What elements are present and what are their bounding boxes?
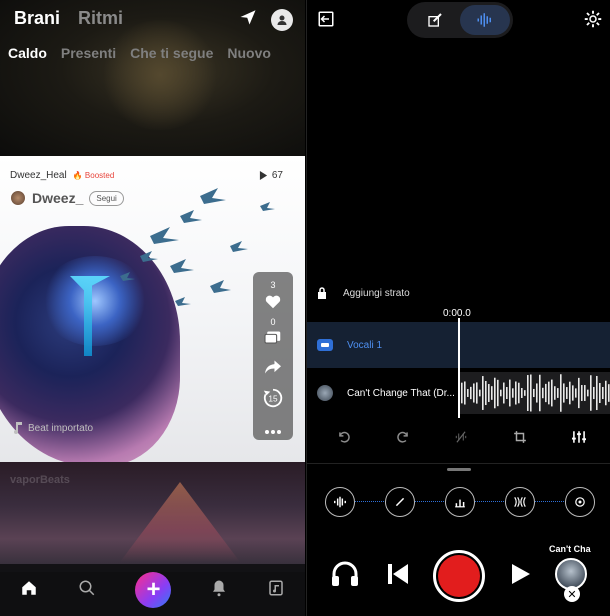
library-icon[interactable]: [267, 579, 285, 602]
avatar[interactable]: [10, 190, 26, 206]
flame-icon: 🔥: [72, 171, 83, 180]
boosted-badge: 🔥 Boosted: [72, 171, 115, 180]
panel-divider: [307, 463, 610, 464]
post-author-row: Dweez_Heal 🔥 Boosted: [10, 170, 114, 181]
heart-icon[interactable]: [263, 292, 283, 309]
comment-count: 0: [270, 317, 276, 327]
more-icon[interactable]: [263, 423, 283, 440]
search-icon[interactable]: [78, 579, 96, 602]
feed-pane: Brani Ritmi Caldo Presenti Che ti segue …: [0, 0, 305, 616]
blurred-next-post: vaporBeats: [0, 462, 305, 572]
effects-row: [325, 487, 595, 517]
post-card[interactable]: Dweez_Heal 🔥 Boosted 67 Dweez_ Segui Bea…: [0, 156, 305, 462]
like-count: 3: [270, 280, 276, 290]
tab-ritmi[interactable]: Ritmi: [78, 8, 123, 29]
split-icon[interactable]: [454, 430, 468, 449]
now-playing-title: Can't Cha: [549, 544, 591, 554]
playhead[interactable]: [458, 318, 460, 418]
replay-icon[interactable]: 15: [262, 387, 284, 409]
top-icons: [239, 8, 293, 31]
add-layer-label: Aggiungi strato: [343, 287, 410, 299]
lock-icon: [318, 287, 326, 299]
bell-icon[interactable]: [211, 579, 227, 602]
time-readout: 0:00.0: [443, 308, 471, 319]
settings-gear-icon[interactable]: [584, 10, 602, 33]
add-layer-row[interactable]: Aggiungi strato: [317, 287, 410, 299]
display-name[interactable]: Dweez_: [32, 190, 83, 206]
follow-button[interactable]: Segui: [89, 190, 124, 206]
send-icon[interactable]: [239, 8, 257, 31]
music-note-icon: [14, 422, 22, 434]
studio-pane: Aggiungi strato 0:00.0 Vocali 1 Can't Ch…: [306, 0, 610, 616]
tab-caldo[interactable]: Caldo: [8, 45, 47, 61]
audio-mode-button[interactable]: [460, 5, 510, 35]
fx-reverb-icon[interactable]: [505, 487, 535, 517]
mode-toggle: [407, 2, 513, 38]
create-button[interactable]: +: [135, 572, 172, 608]
tab-presenti[interactable]: Presenti: [61, 45, 116, 61]
comment-icon[interactable]: [263, 329, 283, 346]
share-icon[interactable]: [263, 358, 283, 375]
waveform-icon: [477, 13, 491, 27]
tab-brani[interactable]: Brani: [14, 8, 60, 29]
beat-tag: Beat importato: [12, 422, 93, 434]
svg-text:15: 15: [268, 395, 278, 404]
post-user-row: Dweez_ Segui: [10, 190, 124, 206]
feed-sub-tabs: Caldo Presenti Che ti segue Nuovo: [8, 45, 271, 61]
fx-slash-icon[interactable]: [385, 487, 415, 517]
headphones-icon[interactable]: [331, 561, 359, 592]
top-tabs: Brani Ritmi: [14, 8, 123, 29]
mixer-icon[interactable]: [571, 430, 587, 449]
exit-icon[interactable]: [317, 10, 335, 33]
author-handle[interactable]: Dweez_Heal: [10, 170, 67, 181]
drawer-grabber[interactable]: [447, 468, 471, 471]
pen-icon: [428, 13, 442, 27]
lyrics-mode-button[interactable]: [410, 5, 460, 35]
redo-icon[interactable]: [396, 430, 410, 449]
bottom-nav: +: [0, 564, 305, 616]
beat-waveform[interactable]: [459, 372, 610, 414]
play-icon[interactable]: [511, 563, 531, 590]
undo-icon[interactable]: [337, 430, 351, 449]
record-button[interactable]: [433, 550, 485, 602]
track-name: Vocali 1: [347, 339, 383, 351]
blurred-text: vaporBeats: [10, 474, 70, 486]
profile-icon[interactable]: [271, 8, 293, 31]
skip-back-icon[interactable]: [387, 563, 409, 590]
track-thumbnail: [317, 385, 333, 401]
home-icon[interactable]: [20, 579, 38, 602]
tab-nuovo[interactable]: Nuovo: [227, 45, 271, 61]
fx-target-icon[interactable]: [565, 487, 595, 517]
fx-equalizer-icon[interactable]: [445, 487, 475, 517]
mic-icon: [317, 339, 333, 351]
play-count: 67: [259, 170, 283, 181]
edit-toolbar: [337, 430, 587, 449]
tab-che-ti-segue[interactable]: Che ti segue: [130, 45, 213, 61]
play-icon: [259, 171, 267, 180]
crop-icon[interactable]: [513, 430, 527, 449]
fx-waveform-icon[interactable]: [325, 487, 355, 517]
track-name: Can't Change That (Dr...: [347, 387, 455, 399]
post-actions: 3 0 15: [253, 272, 293, 440]
close-icon[interactable]: ✕: [564, 586, 580, 602]
